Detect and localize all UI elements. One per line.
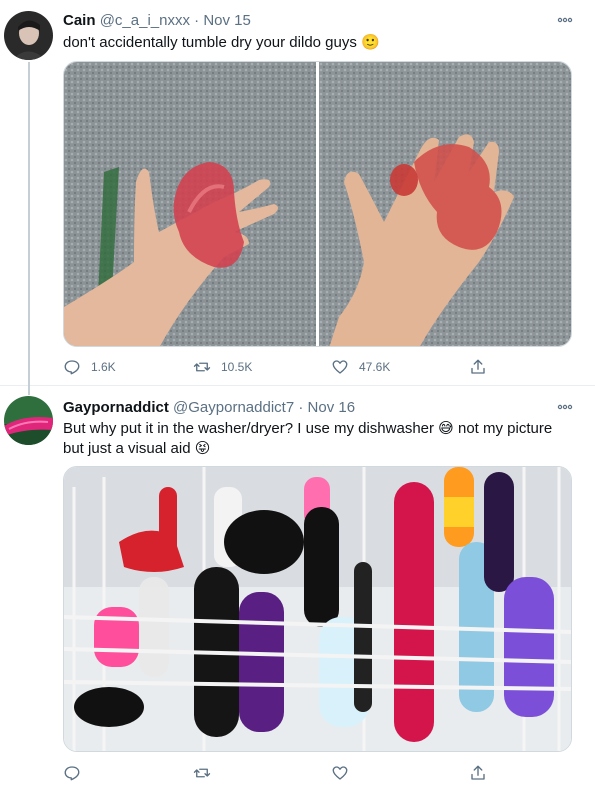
separator: · <box>298 399 304 416</box>
heart-icon <box>332 360 348 374</box>
retweet-button[interactable] <box>193 764 221 782</box>
share-button[interactable] <box>469 358 487 376</box>
photo-1[interactable] <box>64 467 571 751</box>
tweet-gaypornaddict[interactable]: Gaypornaddict @Gaypornaddict7 · Nov 16 B… <box>0 387 595 795</box>
reply-count: 1.6K <box>91 360 116 374</box>
reply-icon <box>64 360 80 375</box>
retweet-button[interactable]: 10.5K <box>193 358 252 376</box>
tweet-cain[interactable]: Cain @c_a_i_nxxx · Nov 15 don't accident… <box>0 0 595 392</box>
like-count: 47.6K <box>359 360 391 374</box>
retweet-count: 10.5K <box>221 360 253 374</box>
share-button[interactable] <box>469 764 487 782</box>
tweet-text: But why put it in the washer/dryer? I us… <box>63 419 552 459</box>
tweet-actions <box>63 764 503 784</box>
separator: · <box>194 12 200 29</box>
tweet-header: Gaypornaddict @Gaypornaddict7 · Nov 16 <box>63 399 355 416</box>
thread-line-top <box>28 387 30 395</box>
photo-2[interactable] <box>319 62 571 346</box>
more-dots-icon[interactable] <box>557 12 573 28</box>
tweet-actions: 1.6K 10.5K 47.6K <box>63 358 503 378</box>
tweet-date[interactable]: Nov 16 <box>308 399 356 416</box>
tweet-text-line: But why put it in the washer/dryer? I us… <box>63 420 553 437</box>
author-handle[interactable]: @Gaypornaddict7 <box>173 399 294 416</box>
reply-button[interactable] <box>63 764 91 782</box>
tweet-header: Cain @c_a_i_nxxx · Nov 15 <box>63 12 251 29</box>
author-name[interactable]: Gaypornaddict <box>63 399 169 416</box>
share-icon <box>471 765 485 780</box>
tweet-date[interactable]: Nov 15 <box>203 12 251 29</box>
like-button[interactable]: 47.6K <box>331 358 390 376</box>
heart-icon <box>332 766 348 780</box>
like-button[interactable] <box>331 764 359 782</box>
author-handle[interactable]: @c_a_i_nxxx <box>100 12 190 29</box>
retweet-icon <box>193 768 211 778</box>
reply-icon <box>64 766 80 781</box>
tweet-media[interactable] <box>63 466 572 752</box>
avatar[interactable] <box>4 396 53 445</box>
author-name[interactable]: Cain <box>63 12 96 29</box>
avatar[interactable] <box>4 11 53 60</box>
retweet-icon <box>193 362 211 372</box>
tweet-media[interactable] <box>63 61 572 347</box>
more-dots-icon[interactable] <box>557 399 573 415</box>
thread-line <box>28 62 30 392</box>
tweet-text-line: but just a visual aid 😝 <box>63 440 211 457</box>
photo-1[interactable] <box>64 62 316 346</box>
share-icon <box>471 359 485 374</box>
tweet-text: don't accidentally tumble dry your dildo… <box>63 34 380 51</box>
reply-button[interactable]: 1.6K <box>63 358 116 376</box>
